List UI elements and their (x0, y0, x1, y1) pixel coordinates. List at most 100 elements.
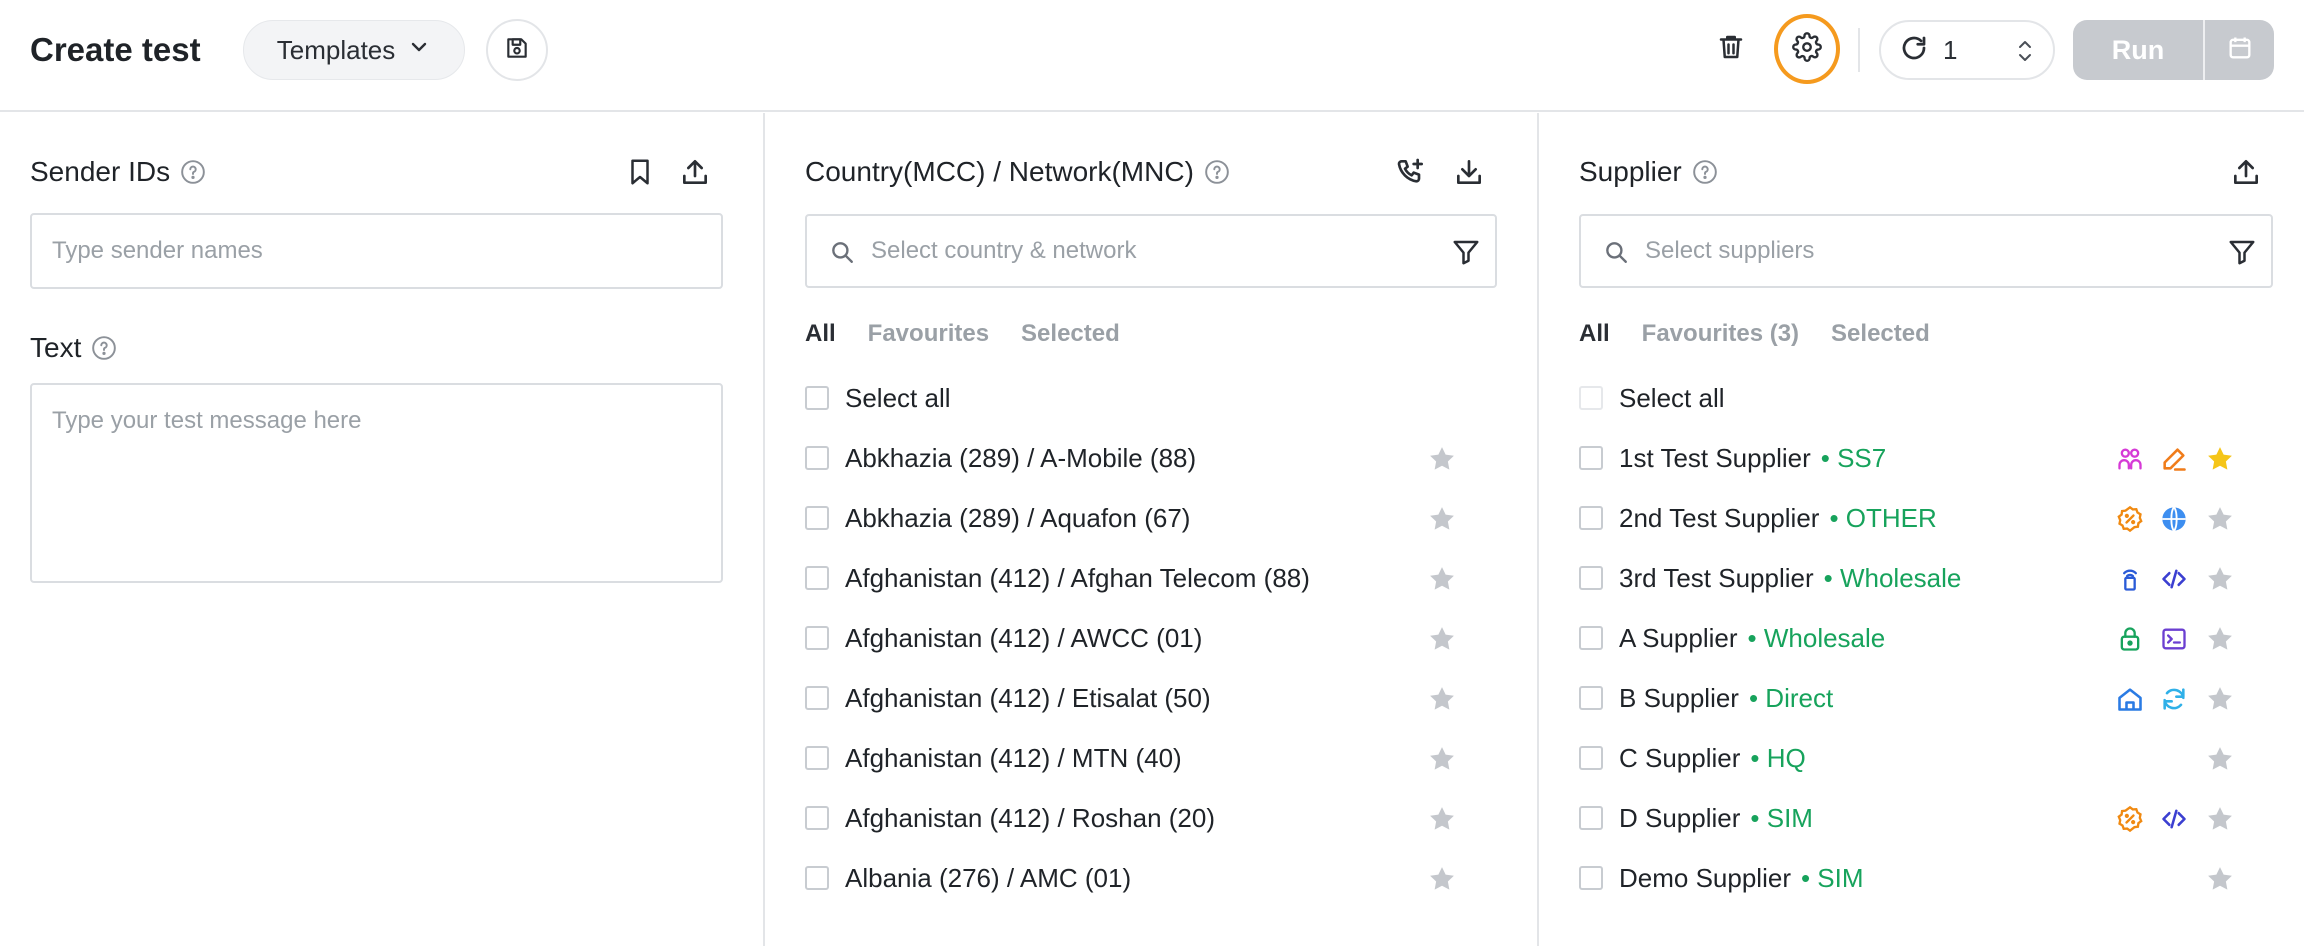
star-icon[interactable] (1427, 744, 1457, 774)
sender-ids-heading: Sender IDs (30, 154, 206, 190)
supplier-feature-icons (2115, 624, 2189, 654)
star-icon[interactable] (2205, 564, 2235, 594)
select-all-row[interactable]: Select all (1579, 368, 2235, 428)
code-icon (2159, 564, 2189, 594)
lock-icon (2115, 624, 2145, 654)
star-icon[interactable] (1427, 684, 1457, 714)
edit-icon (2159, 444, 2189, 474)
row-checkbox[interactable] (805, 566, 829, 590)
country-network-heading: Country(MCC) / Network(MNC) (805, 154, 1230, 190)
row-checkbox[interactable] (805, 506, 829, 530)
stepper-arrows-icon[interactable] (2015, 36, 2035, 66)
list-item[interactable]: Albania (276) / AMC (01) (805, 848, 1457, 908)
upload-icon[interactable] (677, 154, 713, 190)
select-all-row[interactable]: Select all (805, 368, 1457, 428)
row-checkbox[interactable] (805, 686, 829, 710)
sender-names-input[interactable] (30, 213, 723, 289)
filter-icon[interactable] (1451, 237, 1481, 267)
supplier-feature-icons (2115, 444, 2189, 474)
list-item[interactable]: 1st Test Supplier • SS7 (1579, 428, 2235, 488)
badge-percent-icon (2115, 504, 2145, 534)
signal-tower-icon (2115, 564, 2145, 594)
row-checkbox[interactable] (805, 806, 829, 830)
list-item[interactable]: Afghanistan (412) / MTN (40) (805, 728, 1457, 788)
star-icon[interactable] (2205, 684, 2235, 714)
top-bar: Create test Templates 1 Run (0, 0, 2304, 112)
star-icon[interactable] (2205, 624, 2235, 654)
list-item[interactable]: Afghanistan (412) / Afghan Telecom (88) (805, 548, 1457, 608)
tab-all[interactable]: All (805, 320, 836, 348)
row-checkbox[interactable] (805, 746, 829, 770)
star-icon[interactable] (1427, 864, 1457, 894)
tab-all[interactable]: All (1579, 320, 1610, 348)
list-item[interactable]: 2nd Test Supplier • OTHER (1579, 488, 2235, 548)
row-checkbox[interactable] (805, 626, 829, 650)
row-checkbox[interactable] (1579, 626, 1603, 650)
tab-selected[interactable]: Selected (1831, 320, 1930, 348)
templates-dropdown[interactable]: Templates (243, 20, 465, 80)
list-item[interactable]: Abkhazia (289) / A-Mobile (88) (805, 428, 1457, 488)
star-icon[interactable] (1427, 504, 1457, 534)
star-icon[interactable] (1427, 564, 1457, 594)
star-icon[interactable] (2205, 744, 2235, 774)
list-item[interactable]: Demo Supplier • SIM (1579, 848, 2235, 908)
row-checkbox[interactable] (1579, 686, 1603, 710)
select-all-checkbox[interactable] (1579, 386, 1603, 410)
row-checkbox[interactable] (1579, 806, 1603, 830)
repeat-count-stepper[interactable]: 1 (1879, 20, 2055, 80)
schedule-button[interactable] (2205, 20, 2274, 80)
list-item[interactable]: A Supplier • Wholesale (1579, 608, 2235, 668)
phone-add-icon[interactable] (1393, 154, 1429, 190)
row-checkbox[interactable] (1579, 506, 1603, 530)
row-checkbox[interactable] (805, 446, 829, 470)
help-icon[interactable] (1204, 159, 1230, 185)
supplier-type: • SS7 (1820, 442, 1887, 473)
country-network-label: Abkhazia (289) / Aquafon (67) (845, 502, 1191, 533)
list-item[interactable]: Abkhazia (289) / Aquafon (67) (805, 488, 1457, 548)
row-checkbox[interactable] (1579, 866, 1603, 890)
supplier-heading: Supplier (1579, 154, 1718, 190)
row-checkbox[interactable] (805, 866, 829, 890)
test-message-textarea[interactable] (30, 383, 723, 583)
list-item[interactable]: Afghanistan (412) / Roshan (20) (805, 788, 1457, 848)
list-item[interactable]: Afghanistan (412) / Etisalat (50) (805, 668, 1457, 728)
star-icon[interactable] (2205, 804, 2235, 834)
list-item[interactable]: D Supplier • SIM (1579, 788, 2235, 848)
filter-icon[interactable] (2227, 237, 2257, 267)
country-network-search-input[interactable] (871, 216, 1429, 286)
row-checkbox[interactable] (1579, 566, 1603, 590)
row-checkbox[interactable] (1579, 746, 1603, 770)
select-all-checkbox[interactable] (805, 386, 829, 410)
repeat-icon (1899, 33, 1929, 68)
list-item[interactable]: B Supplier • Direct (1579, 668, 2235, 728)
settings-button[interactable] (1774, 14, 1840, 84)
delete-button[interactable] (1706, 24, 1756, 74)
star-icon[interactable] (1427, 804, 1457, 834)
row-checkbox[interactable] (1579, 446, 1603, 470)
supplier-search-input[interactable] (1645, 216, 2205, 286)
templates-label: Templates (276, 34, 396, 65)
help-icon[interactable] (1692, 159, 1718, 185)
list-item[interactable]: 3rd Test Supplier • Wholesale (1579, 548, 2235, 608)
supplier-type: • Wholesale (1823, 562, 1962, 593)
supplier-name: B Supplier (1619, 682, 1739, 713)
bookmark-icon[interactable] (622, 154, 658, 190)
upload-icon[interactable] (2228, 154, 2264, 190)
download-icon[interactable] (1451, 154, 1487, 190)
tab-favourites[interactable]: Favourites (3) (1642, 320, 1799, 348)
star-icon[interactable] (1427, 624, 1457, 654)
star-icon[interactable] (2205, 504, 2235, 534)
list-item[interactable]: Afghanistan (412) / AWCC (01) (805, 608, 1457, 668)
help-icon[interactable] (91, 335, 117, 361)
help-icon[interactable] (180, 159, 206, 185)
star-icon[interactable] (1427, 444, 1457, 474)
star-icon[interactable] (2205, 444, 2235, 474)
save-button[interactable] (486, 19, 548, 81)
supplier-search (1579, 214, 2273, 288)
tab-favourites[interactable]: Favourites (868, 320, 989, 348)
star-icon[interactable] (2205, 864, 2235, 894)
run-button[interactable]: Run (2073, 20, 2203, 80)
supplier-type: • Wholesale (1747, 622, 1886, 653)
tab-selected[interactable]: Selected (1021, 320, 1120, 348)
list-item[interactable]: C Supplier • HQ (1579, 728, 2235, 788)
